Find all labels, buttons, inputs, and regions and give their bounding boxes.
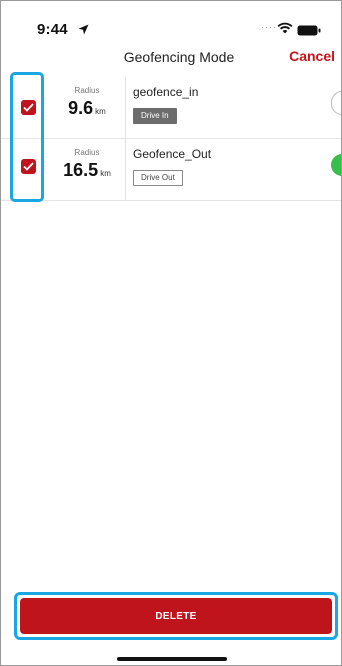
geofence-name: Geofence_Out (133, 147, 212, 161)
radius-value: 9.6 (68, 98, 94, 118)
radius-label: Radius (74, 148, 100, 157)
status-time: 9:44 (37, 21, 68, 38)
checkbox-highlight (10, 72, 44, 202)
radius-block: Radius 9.6 km (51, 77, 123, 119)
radius-value: 16.5 (63, 160, 99, 180)
radius-label: Radius (74, 86, 100, 95)
geofence-name: geofence_in (133, 85, 199, 99)
delete-button[interactable]: DELETE (20, 598, 332, 634)
column-divider (125, 139, 126, 200)
delete-highlight: DELETE (14, 592, 338, 640)
radius-unit: km (100, 169, 111, 178)
enable-toggle[interactable] (331, 154, 341, 176)
home-indicator (117, 657, 227, 661)
screen: 9:44 ···· Geofencing Mode Cancel Radius … (0, 0, 342, 666)
geofence-list: Radius 9.6 km geofence_in Drive In Radius… (1, 77, 341, 201)
geofence-row[interactable]: Radius 16.5 km Geofence_Out Drive Out (1, 139, 341, 201)
geofence-row[interactable]: Radius 9.6 km geofence_in Drive In (1, 77, 341, 139)
nav-header: Geofencing Mode Cancel (1, 37, 341, 77)
direction-tag: Drive Out (133, 170, 183, 186)
status-bar: 9:44 ···· (1, 1, 341, 38)
enable-toggle[interactable] (331, 91, 341, 115)
cancel-button[interactable]: Cancel (289, 48, 335, 64)
column-divider (125, 77, 126, 138)
radius-block: Radius 16.5 km (51, 139, 123, 181)
signal-icon: ···· (261, 22, 277, 32)
radius-unit: km (95, 107, 106, 116)
direction-tag: Drive In (133, 108, 177, 124)
